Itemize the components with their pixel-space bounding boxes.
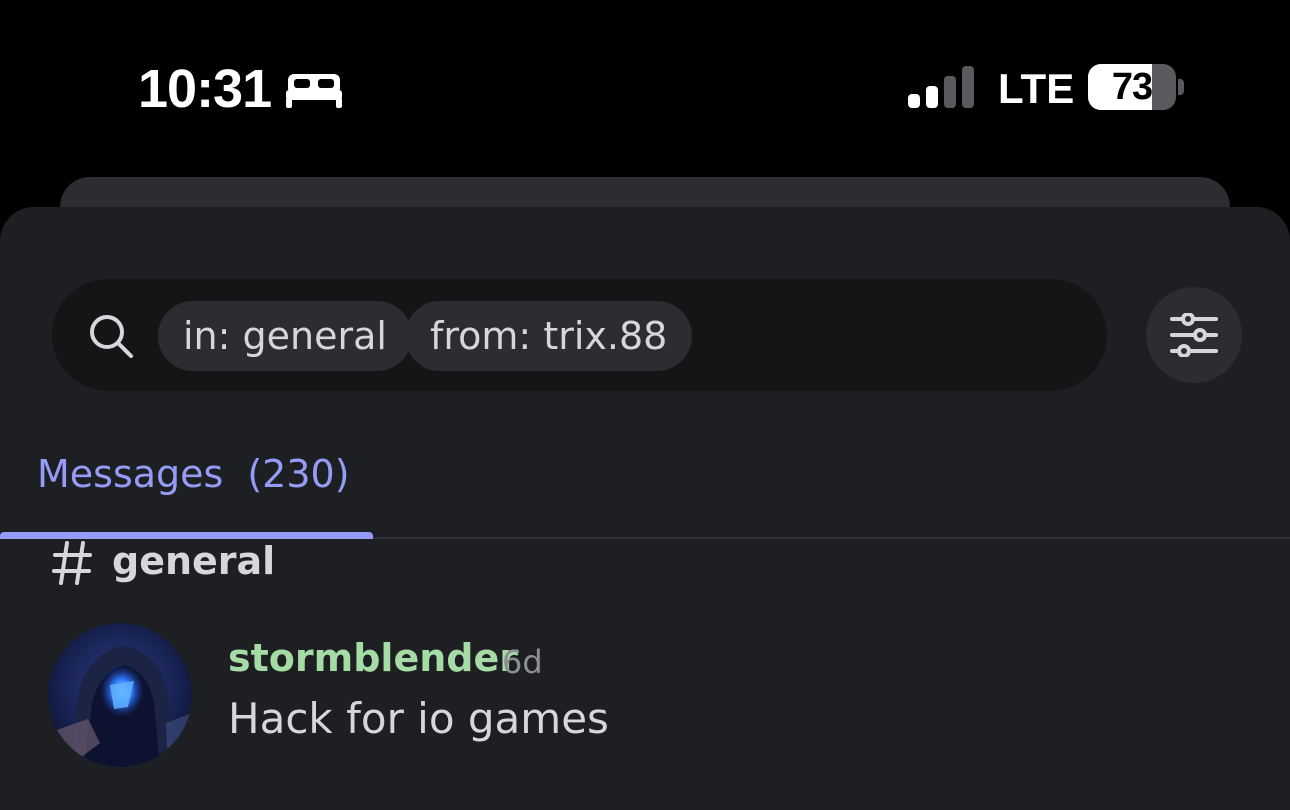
message-timestamp: 6d: [502, 643, 543, 681]
tab-messages-label: Messages: [37, 452, 224, 496]
status-bar: 10:31 LTE 73: [0, 0, 1290, 170]
tab-messages[interactable]: Messages (230): [0, 439, 373, 539]
network-type: LTE: [998, 65, 1075, 112]
bed-icon: [286, 74, 342, 108]
search-bar[interactable]: in: general from: trix.88: [52, 279, 1107, 391]
battery-indicator: 73: [1088, 64, 1176, 110]
avatar-image: [48, 623, 192, 767]
search-icon: [90, 315, 133, 358]
hash-icon: [52, 541, 92, 585]
message-text: Hack for io games: [228, 694, 609, 743]
avatar[interactable]: [48, 623, 192, 767]
channel-name: general: [112, 539, 276, 583]
cellular-signal-icon: [908, 66, 974, 108]
search-filters-button[interactable]: [1146, 287, 1242, 383]
message-author[interactable]: stormblender: [228, 633, 518, 683]
filter-chip-in[interactable]: in: general: [158, 301, 412, 371]
sliders-icon: [1170, 313, 1218, 357]
battery-cap: [1178, 79, 1184, 95]
status-time: 10:31: [138, 59, 272, 119]
search-sheet: in: general from: trix.88 Messages (230) …: [0, 207, 1290, 810]
tab-messages-count: (230): [247, 452, 350, 496]
tab-label: Messages (230): [37, 449, 350, 499]
message-result[interactable]: stormblender 6d Hack for io games: [0, 617, 1290, 777]
battery-level: 73: [1111, 65, 1153, 108]
filter-chip-from[interactable]: from: trix.88: [405, 301, 693, 371]
